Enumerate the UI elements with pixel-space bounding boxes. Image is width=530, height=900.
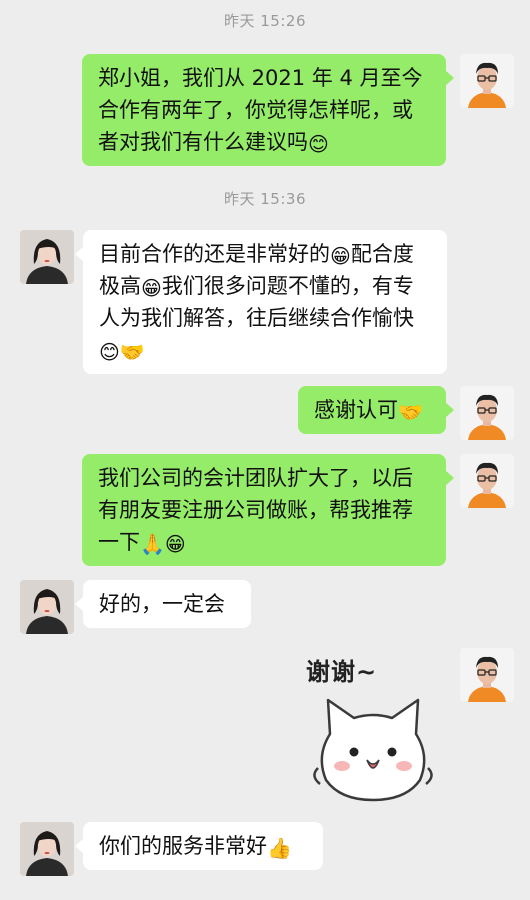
message-bubble-sent[interactable]: 感谢认可🤝 [298, 386, 454, 434]
sticker-caption: 谢谢~ [306, 658, 378, 686]
contact-avatar[interactable] [20, 580, 74, 634]
smile-emoji-icon: 😊 [308, 132, 329, 156]
my-avatar[interactable] [460, 54, 514, 108]
my-avatar[interactable] [460, 454, 514, 508]
message-text: 感谢认可 [314, 398, 398, 422]
thumbs-up-emoji-icon: 👍 [267, 836, 292, 860]
smile-handshake-emoji-icon: 😊🤝 [99, 340, 145, 364]
cat-sticker[interactable]: 谢谢~ [300, 646, 450, 811]
message-bubble-sent[interactable]: 郑小姐，我们从 2021 年 4 月至今合作有两年了，你觉得怎样呢，或者对我们有… [82, 54, 454, 166]
contact-avatar[interactable] [20, 822, 74, 876]
my-avatar[interactable] [460, 648, 514, 702]
grin-emoji-icon: 😁 [141, 276, 162, 300]
message-bubble-received[interactable]: 目前合作的还是非常好的😁配合度极高😁我们很多问题不懂的，有专人为我们解答，往后继… [75, 230, 447, 374]
message-bubble-sent[interactable]: 我们公司的会计团队扩大了，以后有朋友要注册公司做账，帮我推荐一下🙏😁 [82, 454, 454, 566]
pray-grin-emoji-icon: 🙏😁 [140, 532, 186, 556]
message-text: 你们的服务非常好 [99, 834, 267, 858]
cat-face-icon [313, 698, 433, 802]
timestamp: 昨天 15:26 [224, 12, 306, 30]
contact-avatar[interactable] [20, 230, 74, 284]
message-bubble-received[interactable]: 好的，一定会 [75, 580, 251, 628]
my-avatar[interactable] [460, 386, 514, 440]
message-text: 目前合作的还是非常好的 [99, 242, 330, 266]
message-text: 郑小姐，我们从 2021 年 4 月至今合作有两年了，你觉得怎样呢，或者对我们有… [98, 66, 423, 154]
timestamp: 昨天 15:36 [224, 190, 306, 208]
handshake-emoji-icon: 🤝 [398, 400, 423, 424]
message-text: 好的，一定会 [99, 592, 225, 616]
message-bubble-received[interactable]: 你们的服务非常好👍 [75, 822, 323, 870]
grin-emoji-icon: 😁 [330, 244, 351, 268]
